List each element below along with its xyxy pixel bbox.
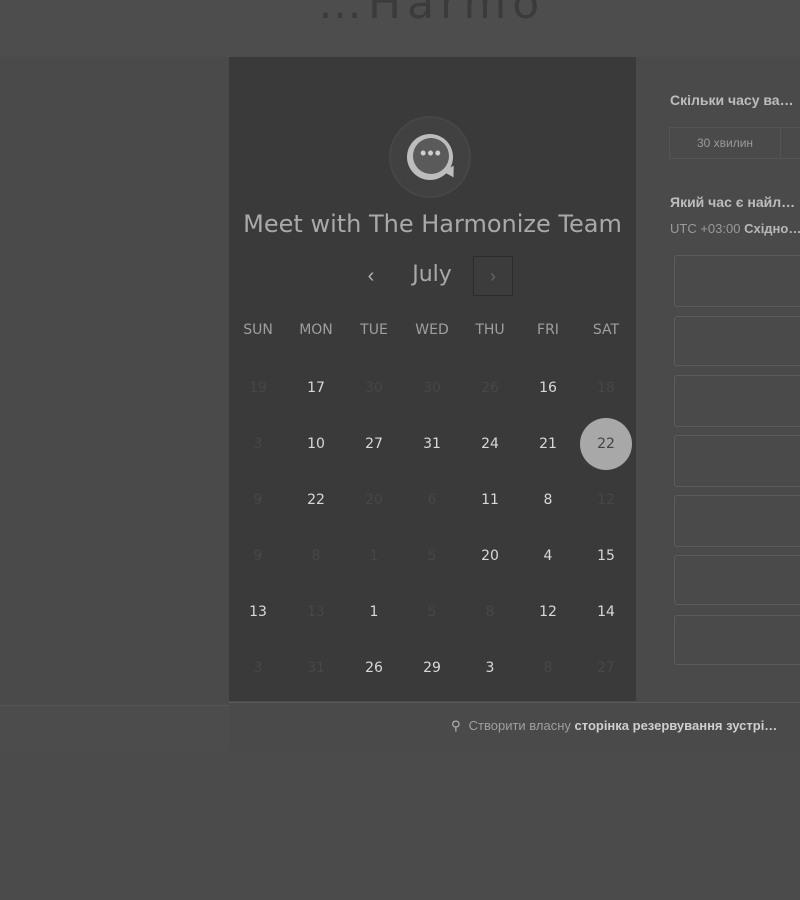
calendar-day: 8 [485,604,495,620]
weekday-header-row: SUN MON TUE WED THU FRI SAT [229,322,635,342]
weekday-thu: THU [475,322,505,338]
weekday-mon: MON [299,322,333,338]
calendar-day[interactable]: 8 [519,485,577,515]
calendar-day: 5 [427,548,437,564]
calendar-day: 8 [543,660,553,676]
brand-logo: …Harmo [318,0,546,29]
calendar-day: 27 [597,660,615,676]
timezone-label[interactable]: UTC +03:00 Східно… [670,221,800,236]
divider [0,705,229,706]
team-avatar: ••• [389,116,471,198]
calendar-day: 6 [427,492,437,508]
calendar-day: 12 [597,492,615,508]
left-blank-area [0,57,229,705]
calendar-day[interactable]: 12 [519,597,577,627]
timezone-offset: UTC +03:00 [670,221,741,236]
duration-question: Скільки часу ва… [670,92,794,108]
calendar-day[interactable]: 1 [345,597,403,627]
duration-selector: 30 хвилин [669,127,800,159]
time-question: Який час є найл… [670,194,796,210]
calendar-day[interactable]: 4 [519,541,577,571]
calendar-day: 20 [365,492,383,508]
calendar-day: 13 [307,604,325,620]
calendar-day[interactable]: 31 [403,429,461,459]
calendar-day[interactable]: 3 [461,653,519,683]
footer-link-text: сторінка резервування зустрі… [574,718,778,733]
footer-prefix: Створити власну [468,718,571,733]
time-slot-button[interactable] [674,316,800,366]
time-slot-button[interactable]: 1 [674,615,800,665]
typing-dots-icon: ••• [413,138,449,174]
time-slot-button[interactable]: 1 [674,555,800,605]
next-month-button[interactable]: › [473,256,513,296]
calendar-day[interactable]: 14 [577,597,635,627]
duration-option-30[interactable]: 30 хвилин [670,128,781,158]
calendar-day: 8 [311,548,321,564]
calendar-day-selected[interactable]: 22 [580,418,632,470]
weekday-sat: SAT [592,322,620,338]
month-label: July [412,262,452,287]
calendar-day[interactable]: 29 [403,653,461,683]
calendar-day: 9 [253,548,263,564]
calendar-day: 9 [253,492,263,508]
calendar-day: 31 [307,660,325,676]
time-slot-button[interactable] [674,375,800,427]
calendar-day[interactable]: 26 [345,653,403,683]
calendar-day[interactable]: 20 [461,541,519,571]
time-slot-button[interactable] [674,255,800,307]
calendar-day[interactable]: 10 [287,429,345,459]
page-bottom-area [0,750,800,900]
timezone-name: Східно… [744,221,800,236]
footer-bar: ⚲ Створити власну сторінка резервування … [229,702,800,751]
weekday-fri: FRI [537,322,559,338]
calendar-day[interactable]: 22 [287,485,345,515]
calendar-day: 3 [253,436,263,452]
meeting-title: Meet with The Harmonize Team [243,210,622,238]
weekday-tue: TUE [360,322,388,338]
top-bar: …Harmo [0,0,800,57]
calendar-day[interactable]: 15 [577,541,635,571]
calendar-day[interactable]: 24 [461,429,519,459]
weekday-sun: SUN [243,322,273,338]
calendar-day[interactable]: 13 [229,597,287,627]
calendar-day: 26 [481,380,499,396]
calendar-day: 18 [597,380,615,396]
time-slot-button[interactable] [674,495,800,547]
weekday-wed: WED [415,322,449,338]
hubspot-sprocket-icon: ⚲ [451,718,461,733]
calendar-day[interactable]: 27 [345,429,403,459]
calendar-day: 30 [423,380,441,396]
month-navigation: ‹ July › [229,256,636,296]
calendar-day[interactable]: 17 [287,373,345,403]
calendar-day: 1 [369,548,379,564]
calendar-day[interactable]: 16 [519,373,577,403]
create-booking-page-link[interactable]: ⚲ Створити власну сторінка резервування … [451,718,777,734]
calendar-day: 19 [249,380,267,396]
calendar-day: 3 [253,660,263,676]
time-slot-button[interactable] [674,435,800,487]
booking-panel: Скільки часу ва… 30 хвилин Який час є на… [636,57,800,701]
calendar-day: 5 [427,604,437,620]
calendar-day[interactable]: 21 [519,429,577,459]
calendar-day: 30 [365,380,383,396]
calendar-day[interactable]: 11 [461,485,519,515]
prev-month-button[interactable]: ‹ [359,262,383,290]
